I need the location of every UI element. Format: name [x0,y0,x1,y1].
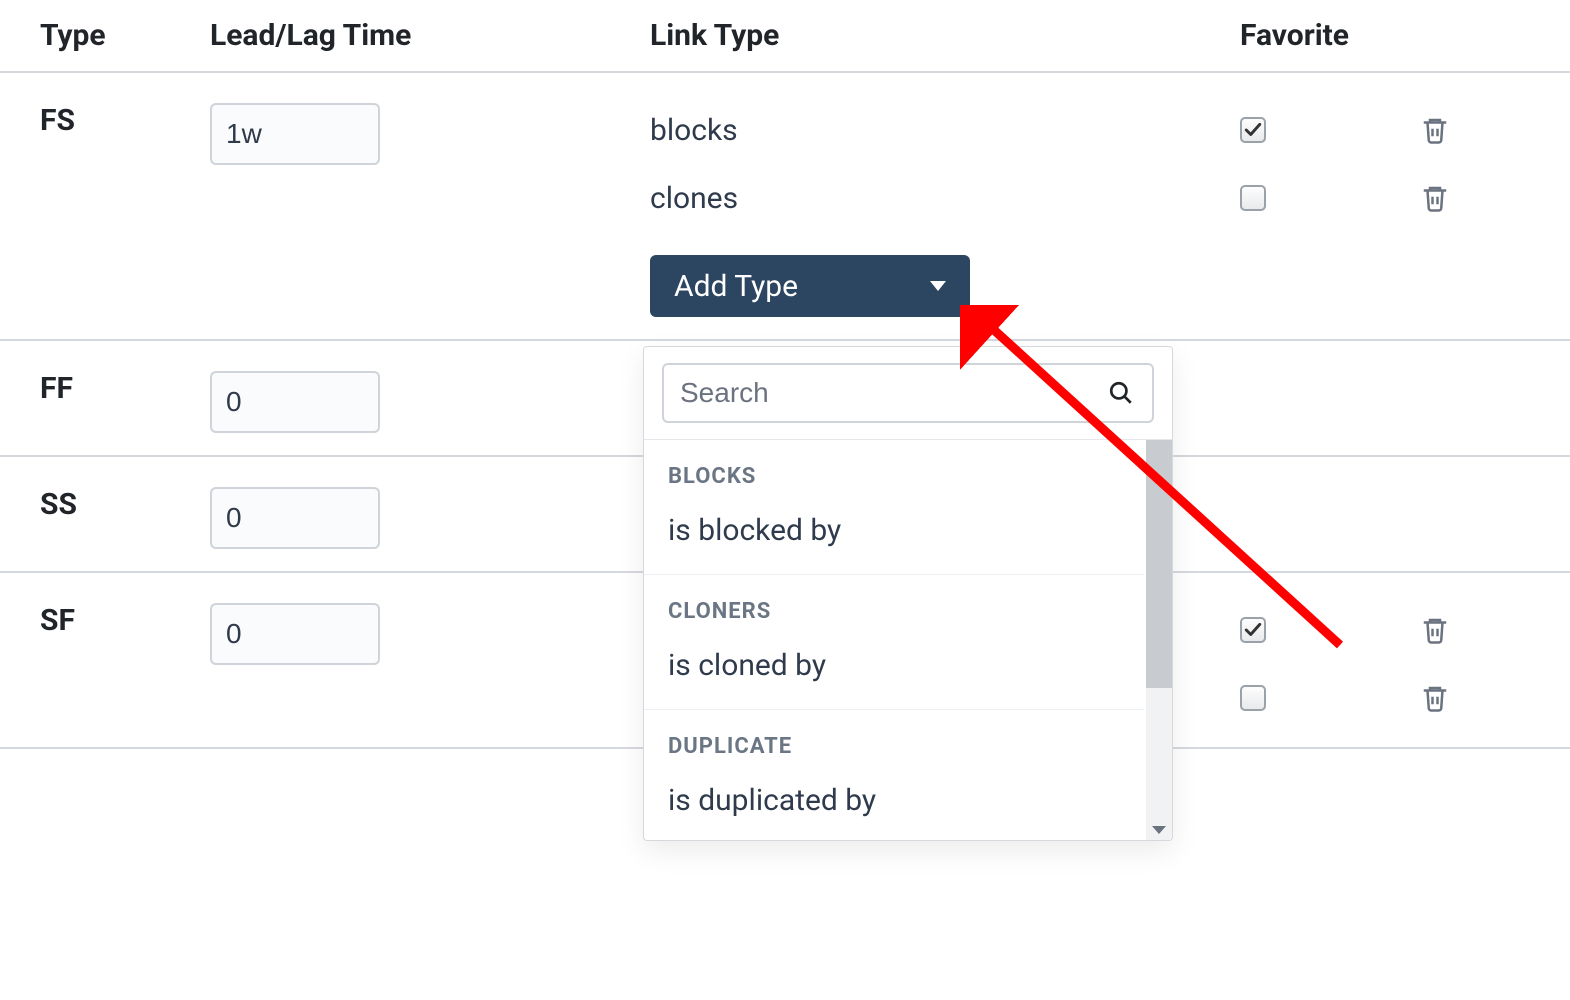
col-header-link: Link Type [610,0,1200,72]
lead-lag-input[interactable] [210,487,380,549]
col-header-favorite: Favorite [1200,0,1380,72]
lead-lag-input[interactable] [210,103,380,165]
trash-icon[interactable] [1420,614,1450,646]
add-type-button[interactable]: Add Type [650,255,970,317]
type-label: SF [0,572,170,748]
dependency-config-panel: Type Lead/Lag Time Link Type Favorite FS… [0,0,1570,749]
add-type-dropdown: BLOCKS is blocked by CLONERS is cloned b… [643,346,1173,841]
type-label: FS [0,72,170,340]
col-header-lead: Lead/Lag Time [170,0,610,72]
lead-lag-input[interactable] [210,371,380,433]
scrollbar-thumb[interactable] [1146,440,1172,688]
type-label: SS [0,456,170,572]
type-label: FF [0,340,170,456]
dropdown-group-header: DUPLICATE [644,710,1144,767]
favorite-checkbox[interactable] [1240,685,1266,711]
add-type-button-label: Add Type [674,269,798,304]
trash-icon[interactable] [1420,182,1450,214]
favorite-checkbox[interactable] [1240,617,1266,643]
link-type-label: clones [650,171,1188,225]
row-fs: FS blocks clones Add Type [0,72,1570,340]
lead-lag-input[interactable] [210,603,380,665]
search-icon [1108,380,1134,406]
link-type-label: blocks [650,103,1188,157]
trash-icon[interactable] [1420,682,1450,714]
dropdown-scrollbar[interactable] [1146,440,1172,840]
col-header-delete [1380,0,1570,72]
scroll-down-icon [1152,826,1166,834]
trash-icon[interactable] [1420,114,1450,146]
dropdown-item[interactable]: is duplicated by [644,767,1144,840]
dropdown-search-input[interactable] [664,377,1108,409]
col-header-type: Type [0,0,170,72]
favorite-checkbox[interactable] [1240,185,1266,211]
dropdown-item[interactable]: is blocked by [644,497,1144,575]
chevron-down-icon [930,281,946,291]
dropdown-item[interactable]: is cloned by [644,632,1144,710]
dropdown-group-header: CLONERS [644,575,1144,632]
dropdown-group-header: BLOCKS [644,440,1144,497]
favorite-checkbox[interactable] [1240,117,1266,143]
